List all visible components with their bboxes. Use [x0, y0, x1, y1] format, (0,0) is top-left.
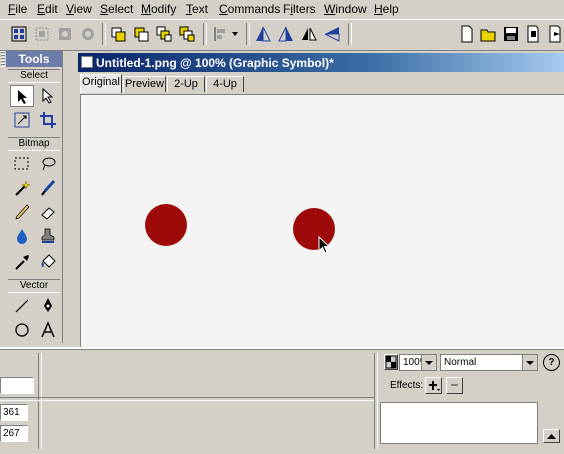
bring-forward-icon[interactable] — [131, 24, 151, 44]
tab-preview[interactable]: Preview — [123, 76, 166, 92]
tools-panel: Tools Select Bitmap Vector — [1, 51, 63, 343]
flip-vertical-icon[interactable] — [322, 24, 342, 44]
menu-window[interactable]: Window — [324, 2, 367, 16]
tab-2-up[interactable]: 2-Up — [167, 76, 205, 92]
toolbar-separator — [203, 23, 207, 45]
select-section-label: Select — [8, 69, 60, 83]
marquee-tool-icon[interactable] — [10, 153, 34, 175]
remove-effect-button[interactable] — [446, 377, 463, 394]
align-icon[interactable] — [210, 24, 240, 44]
blur-tool-icon[interactable] — [10, 225, 34, 247]
tab-original[interactable]: Original — [80, 74, 122, 93]
mouse-cursor-icon — [318, 236, 331, 254]
rotate-cw-icon[interactable] — [276, 24, 296, 44]
document-title: Untitled-1.png @ 100% (Graphic Symbol)* — [96, 56, 334, 70]
rubber-stamp-tool-icon[interactable] — [36, 225, 60, 247]
document-icon — [81, 56, 93, 68]
opacity-select[interactable]: 100% — [399, 354, 437, 371]
rotate-ccw-icon[interactable] — [253, 24, 273, 44]
opacity-icon[interactable] — [384, 354, 398, 370]
pencil-tool-icon[interactable] — [10, 201, 34, 223]
scale-tool-icon[interactable] — [10, 109, 34, 131]
add-effect-button[interactable] — [425, 377, 442, 394]
open-icon[interactable] — [479, 24, 499, 44]
eraser-tool-icon[interactable] — [36, 201, 60, 223]
chevron-down-icon — [522, 355, 537, 370]
import-icon[interactable] — [523, 24, 543, 44]
properties-panel: 361 267 100% Normal ? Effects: — [0, 347, 564, 454]
line-tool-icon[interactable] — [10, 295, 34, 317]
menu-edit[interactable]: Edit — [37, 2, 58, 16]
ellipse-tool-icon[interactable] — [10, 319, 34, 341]
lasso-tool-icon[interactable] — [36, 153, 60, 175]
menu-modify[interactable]: Modify — [141, 2, 176, 16]
menu-bar: File Edit View Select Modify Text Comman… — [0, 0, 564, 19]
send-backward-icon[interactable] — [154, 24, 174, 44]
paint-bucket-tool-icon[interactable] — [36, 251, 60, 273]
document-canvas[interactable] — [80, 94, 564, 348]
pointer-tool-icon[interactable] — [10, 85, 34, 107]
panel-grip[interactable] — [1, 51, 5, 67]
crop-tool-icon[interactable] — [36, 109, 60, 131]
send-to-back-icon[interactable] — [177, 24, 197, 44]
blend-mode-select[interactable]: Normal — [440, 354, 538, 371]
menu-filters[interactable]: Filters — [283, 2, 316, 16]
new-file-icon[interactable] — [457, 24, 477, 44]
panel-divider — [38, 353, 42, 449]
chevron-down-icon — [421, 355, 436, 370]
flip-horizontal-icon[interactable] — [299, 24, 319, 44]
panel-divider — [0, 397, 374, 401]
red-circle-left[interactable] — [145, 204, 187, 246]
bring-to-front-icon[interactable] — [108, 24, 128, 44]
help-icon[interactable]: ? — [543, 354, 560, 371]
menu-text[interactable]: Text — [186, 2, 208, 16]
save-icon[interactable] — [501, 24, 521, 44]
pen-tool-icon[interactable] — [36, 295, 60, 317]
group-icon[interactable] — [9, 24, 29, 44]
panel-divider — [374, 353, 378, 449]
menu-select[interactable]: Select — [100, 2, 133, 16]
view-tabs: Original Preview 2-Up 4-Up — [78, 73, 564, 93]
toolbar-separator — [348, 23, 352, 45]
menu-file[interactable]: File — [8, 2, 27, 16]
x-position-field[interactable]: 361 — [0, 404, 28, 421]
menu-view[interactable]: View — [66, 2, 92, 16]
tools-panel-title: Tools — [6, 51, 62, 67]
bitmap-section-label: Bitmap — [8, 137, 60, 151]
tab-4-up[interactable]: 4-Up — [206, 76, 244, 92]
main-toolbar — [0, 19, 564, 51]
toolbar-separator — [102, 23, 106, 45]
split-icon[interactable] — [78, 24, 98, 44]
export-icon[interactable] — [545, 24, 564, 44]
document-window: Untitled-1.png @ 100% (Graphic Symbol)* … — [78, 53, 564, 348]
text-tool-icon[interactable] — [36, 319, 60, 341]
effects-list[interactable] — [380, 402, 538, 444]
ungroup-icon[interactable] — [32, 24, 52, 44]
effects-label: Effects: — [390, 380, 424, 391]
menu-help[interactable]: Help — [374, 2, 399, 16]
subselection-tool-icon[interactable] — [36, 85, 60, 107]
blend-mode-value: Normal — [444, 357, 477, 368]
brush-tool-icon[interactable] — [36, 177, 60, 199]
y-position-field[interactable]: 267 — [0, 425, 28, 442]
eyedropper-tool-icon[interactable] — [10, 251, 34, 273]
magic-wand-tool-icon[interactable] — [10, 177, 34, 199]
menu-commands[interactable]: Commands — [219, 2, 280, 16]
toolbar-separator — [246, 23, 250, 45]
property-field-blank[interactable] — [0, 377, 34, 394]
document-title-bar[interactable]: Untitled-1.png @ 100% (Graphic Symbol)* — [78, 53, 564, 72]
vector-section-label: Vector — [8, 279, 60, 293]
join-icon[interactable] — [55, 24, 75, 44]
collapse-panel-button[interactable] — [543, 429, 560, 443]
